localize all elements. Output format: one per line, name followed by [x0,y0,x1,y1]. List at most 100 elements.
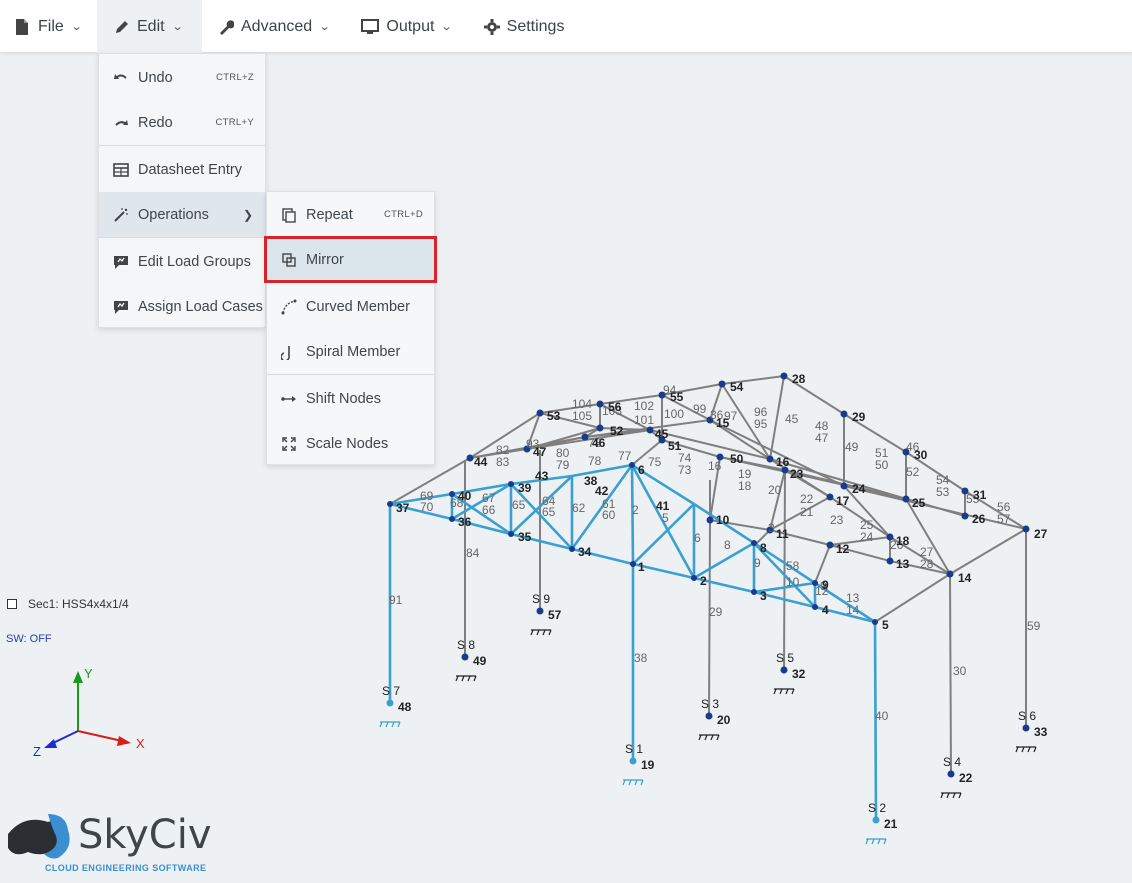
repeat-shortcut: CTRL+D [383,209,423,220]
shift-nodes-icon [281,391,297,407]
svg-text:18: 18 [896,534,910,548]
svg-text:S 9: S 9 [532,592,550,606]
svg-text:3: 3 [768,521,775,535]
undo-shortcut: CTRL+Z [216,72,254,83]
svg-text:75: 75 [648,455,662,469]
skyciv-logo: SkyCiv CLOUD ENGINEERING SOFTWARE [4,808,224,878]
svg-text:102: 102 [634,399,654,413]
axis-triad: Y X Z [33,666,145,759]
svg-text:105: 105 [572,409,592,423]
svg-text:5: 5 [882,618,889,632]
svg-text:11: 11 [776,527,789,541]
svg-text:70: 70 [420,500,434,514]
svg-text:28: 28 [792,372,806,386]
repeat-item[interactable]: Repeat CTRL+D [267,192,434,237]
svg-text:38: 38 [584,474,598,488]
svg-text:58: 58 [786,559,800,573]
curved-member-icon [281,299,297,315]
self-weight-status[interactable]: SW: OFF [6,633,52,645]
scale-nodes-label: Scale Nodes [306,435,389,452]
svg-text:2: 2 [632,503,639,517]
svg-text:53: 53 [936,485,950,499]
spiral-member-item[interactable]: Spiral Member [267,329,434,374]
svg-text:17: 17 [836,494,850,508]
svg-text:21: 21 [884,817,898,831]
svg-text:59: 59 [1027,619,1041,633]
undo-item[interactable]: Undo CTRL+Z [99,55,265,100]
spiral-icon [280,344,297,362]
svg-text:45: 45 [655,427,669,441]
operations-item[interactable]: Operations ❯ [99,192,265,237]
curved-member-item[interactable]: Curved Member [267,284,434,329]
svg-text:41: 41 [656,499,670,513]
svg-text:8: 8 [724,538,731,552]
svg-text:20: 20 [768,483,782,497]
svg-text:43: 43 [535,469,549,483]
svg-text:S 8: S 8 [457,638,475,652]
redo-item[interactable]: Redo CTRL+Y [99,100,265,145]
svg-text:Y: Y [84,666,93,681]
svg-text:15: 15 [716,416,730,430]
svg-text:12: 12 [836,542,850,556]
svg-text:25: 25 [912,496,926,510]
operations-submenu: Repeat CTRL+D Mirror Curved Member Spira… [266,191,435,465]
svg-text:Z: Z [33,744,41,759]
svg-text:24: 24 [860,530,874,544]
scale-nodes-icon [281,436,297,452]
scale-nodes-item[interactable]: Scale Nodes [267,421,434,466]
svg-text:2: 2 [700,574,707,588]
chevron-right-icon: ❯ [242,207,253,222]
svg-text:S 2: S 2 [868,801,886,815]
svg-text:S 3: S 3 [701,697,719,711]
svg-text:56: 56 [608,400,622,414]
svg-text:100: 100 [664,407,684,421]
mirror-icon [281,252,297,268]
datasheet-entry-label: Datasheet Entry [138,161,242,178]
svg-text:29: 29 [709,605,723,619]
structure-nodes [387,372,1030,778]
svg-text:27: 27 [1034,527,1048,541]
svg-text:40: 40 [875,709,889,723]
svg-text:57: 57 [997,512,1011,526]
svg-text:39: 39 [518,481,532,495]
svg-text:S 5: S 5 [776,651,794,665]
svg-text:50: 50 [875,458,889,472]
shift-nodes-item[interactable]: Shift Nodes [267,376,434,421]
svg-text:S 1: S 1 [625,742,643,756]
svg-text:14: 14 [958,571,972,585]
mirror-item[interactable]: Mirror [267,237,434,282]
svg-text:45: 45 [785,412,799,426]
logo-tagline: CLOUD ENGINEERING SOFTWARE [45,863,207,873]
svg-text:34: 34 [578,545,592,559]
edit-dropdown: Undo CTRL+Z Redo CTRL+Y Datasheet Entry … [98,53,266,328]
svg-text:10: 10 [786,575,800,589]
edit-load-groups-label: Edit Load Groups [138,253,251,270]
svg-text:35: 35 [518,530,532,544]
svg-text:78: 78 [588,454,602,468]
svg-text:79: 79 [556,458,570,472]
redo-shortcut: CTRL+Y [215,117,254,128]
svg-text:16: 16 [776,455,790,469]
svg-text:S 6: S 6 [1018,709,1036,723]
svg-text:6: 6 [694,531,701,545]
svg-text:49: 49 [473,654,487,668]
section-checkbox[interactable] [7,599,17,609]
edit-load-groups-item[interactable]: Edit Load Groups [99,239,265,284]
svg-text:9: 9 [754,556,761,570]
svg-text:8: 8 [760,541,767,555]
svg-text:37: 37 [396,501,410,515]
shift-nodes-label: Shift Nodes [306,390,381,407]
assign-load-cases-item[interactable]: Assign Load Cases [99,284,265,329]
load-group-icon [113,254,129,270]
svg-text:57: 57 [548,608,562,622]
svg-text:62: 62 [572,501,586,515]
svg-text:21: 21 [800,505,814,519]
datasheet-entry-item[interactable]: Datasheet Entry [99,147,265,192]
svg-text:31: 31 [973,488,987,502]
svg-text:16: 16 [708,459,722,473]
mirror-label: Mirror [306,251,344,268]
svg-text:95: 95 [754,417,768,431]
svg-text:77: 77 [618,449,632,463]
svg-text:65: 65 [512,498,526,512]
redo-label: Redo [138,114,173,131]
